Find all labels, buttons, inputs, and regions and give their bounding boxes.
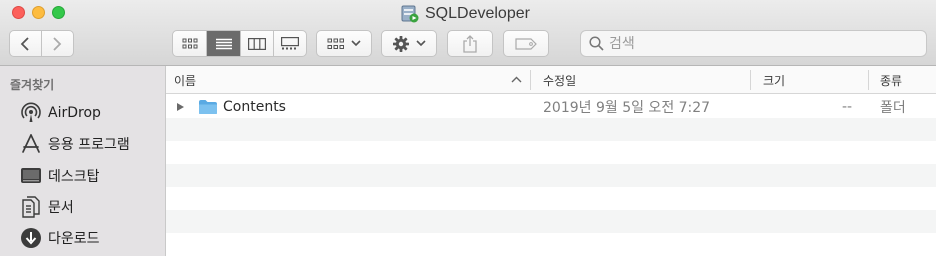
action-menu-button[interactable] [381, 30, 437, 57]
empty-row [166, 141, 936, 164]
applications-icon [20, 133, 42, 155]
maximize-window-button[interactable] [52, 6, 65, 19]
disclosure-triangle-icon[interactable] [176, 102, 185, 112]
file-row[interactable]: Contents 2019년 9월 5일 오전 7:27 -- 폴더 [166, 95, 936, 118]
column-view-icon [248, 37, 266, 50]
file-size: -- [842, 98, 853, 115]
tag-icon [515, 37, 537, 50]
column-header: 이름 수정일 크기 종류 [166, 66, 936, 94]
sidebar-item-downloads[interactable]: 다운로드 [20, 225, 100, 251]
file-kind: 폴더 [880, 99, 906, 116]
column-name-header[interactable]: 이름 [174, 66, 524, 94]
sort-ascending-icon [511, 76, 522, 83]
empty-row [166, 210, 936, 233]
view-mode-control [172, 30, 307, 57]
forward-button[interactable] [42, 31, 73, 56]
desktop-icon [20, 165, 42, 187]
window-toolbar: SQLDeveloper [0, 0, 936, 66]
documents-icon [20, 196, 42, 218]
chevron-down-icon [416, 40, 426, 47]
sidebar-item-documents[interactable]: 문서 [20, 194, 74, 220]
file-modified: 2019년 9월 5일 오전 7:27 [543, 99, 711, 116]
share-icon [463, 34, 477, 53]
gallery-view-button[interactable] [274, 31, 306, 56]
airdrop-icon [20, 102, 42, 124]
gallery-view-icon [281, 37, 299, 50]
column-name-label: 이름 [174, 73, 197, 88]
icon-view-icon [182, 38, 197, 48]
column-kind-header[interactable]: 종류 [880, 66, 936, 94]
navigation-buttons [9, 30, 74, 57]
column-divider[interactable] [750, 70, 751, 90]
search-input[interactable] [609, 35, 909, 52]
sqldeveloper-app-icon [401, 5, 419, 23]
empty-row [166, 233, 936, 256]
empty-row [166, 164, 936, 187]
empty-row [166, 187, 936, 210]
folder-icon [199, 100, 217, 114]
empty-row [166, 118, 936, 141]
icon-view-button[interactable] [173, 31, 207, 56]
gear-icon [393, 35, 409, 52]
column-modified-header[interactable]: 수정일 [543, 66, 743, 94]
column-kind-label: 종류 [880, 73, 903, 88]
column-divider[interactable] [530, 70, 531, 90]
sidebar: 즐겨찾기 AirDrop 응용 프로그램 데스크탑 문서 다운로드 [0, 66, 166, 256]
list-view-icon [215, 38, 232, 49]
chevron-down-icon [351, 40, 361, 47]
column-view-button[interactable] [241, 31, 274, 56]
minimize-window-button[interactable] [32, 6, 45, 19]
window-title-text: SQLDeveloper [425, 5, 530, 22]
search-field[interactable] [580, 30, 927, 57]
chevron-left-icon [20, 36, 29, 51]
share-button[interactable] [447, 30, 493, 57]
list-view-button[interactable] [207, 31, 241, 56]
sidebar-item-label: 다운로드 [48, 231, 100, 247]
tags-button[interactable] [503, 30, 549, 57]
sidebar-item-label: 문서 [48, 200, 74, 216]
column-size-header[interactable]: 크기 [763, 66, 863, 94]
close-window-button[interactable] [12, 6, 25, 19]
window-title: SQLDeveloper [401, 3, 530, 25]
sidebar-item-label: 데스크탑 [48, 169, 100, 185]
sidebar-item-label: AirDrop [48, 105, 101, 121]
sidebar-item-desktop[interactable]: 데스크탑 [20, 163, 100, 189]
back-button[interactable] [10, 31, 42, 56]
sidebar-section-favorites: 즐겨찾기 [10, 78, 55, 92]
group-by-icon [327, 38, 344, 49]
search-icon [589, 36, 604, 51]
column-divider[interactable] [868, 70, 869, 90]
chevron-right-icon [53, 36, 62, 51]
sidebar-item-applications[interactable]: 응용 프로그램 [20, 131, 130, 157]
sidebar-item-airdrop[interactable]: AirDrop [20, 100, 101, 126]
group-by-button[interactable] [316, 30, 372, 57]
column-size-label: 크기 [763, 73, 786, 88]
file-name: Contents [223, 98, 286, 115]
sidebar-item-label: 응용 프로그램 [48, 137, 130, 153]
file-list: Contents 2019년 9월 5일 오전 7:27 -- 폴더 [166, 95, 936, 256]
downloads-icon [20, 227, 42, 249]
column-modified-label: 수정일 [543, 73, 577, 88]
